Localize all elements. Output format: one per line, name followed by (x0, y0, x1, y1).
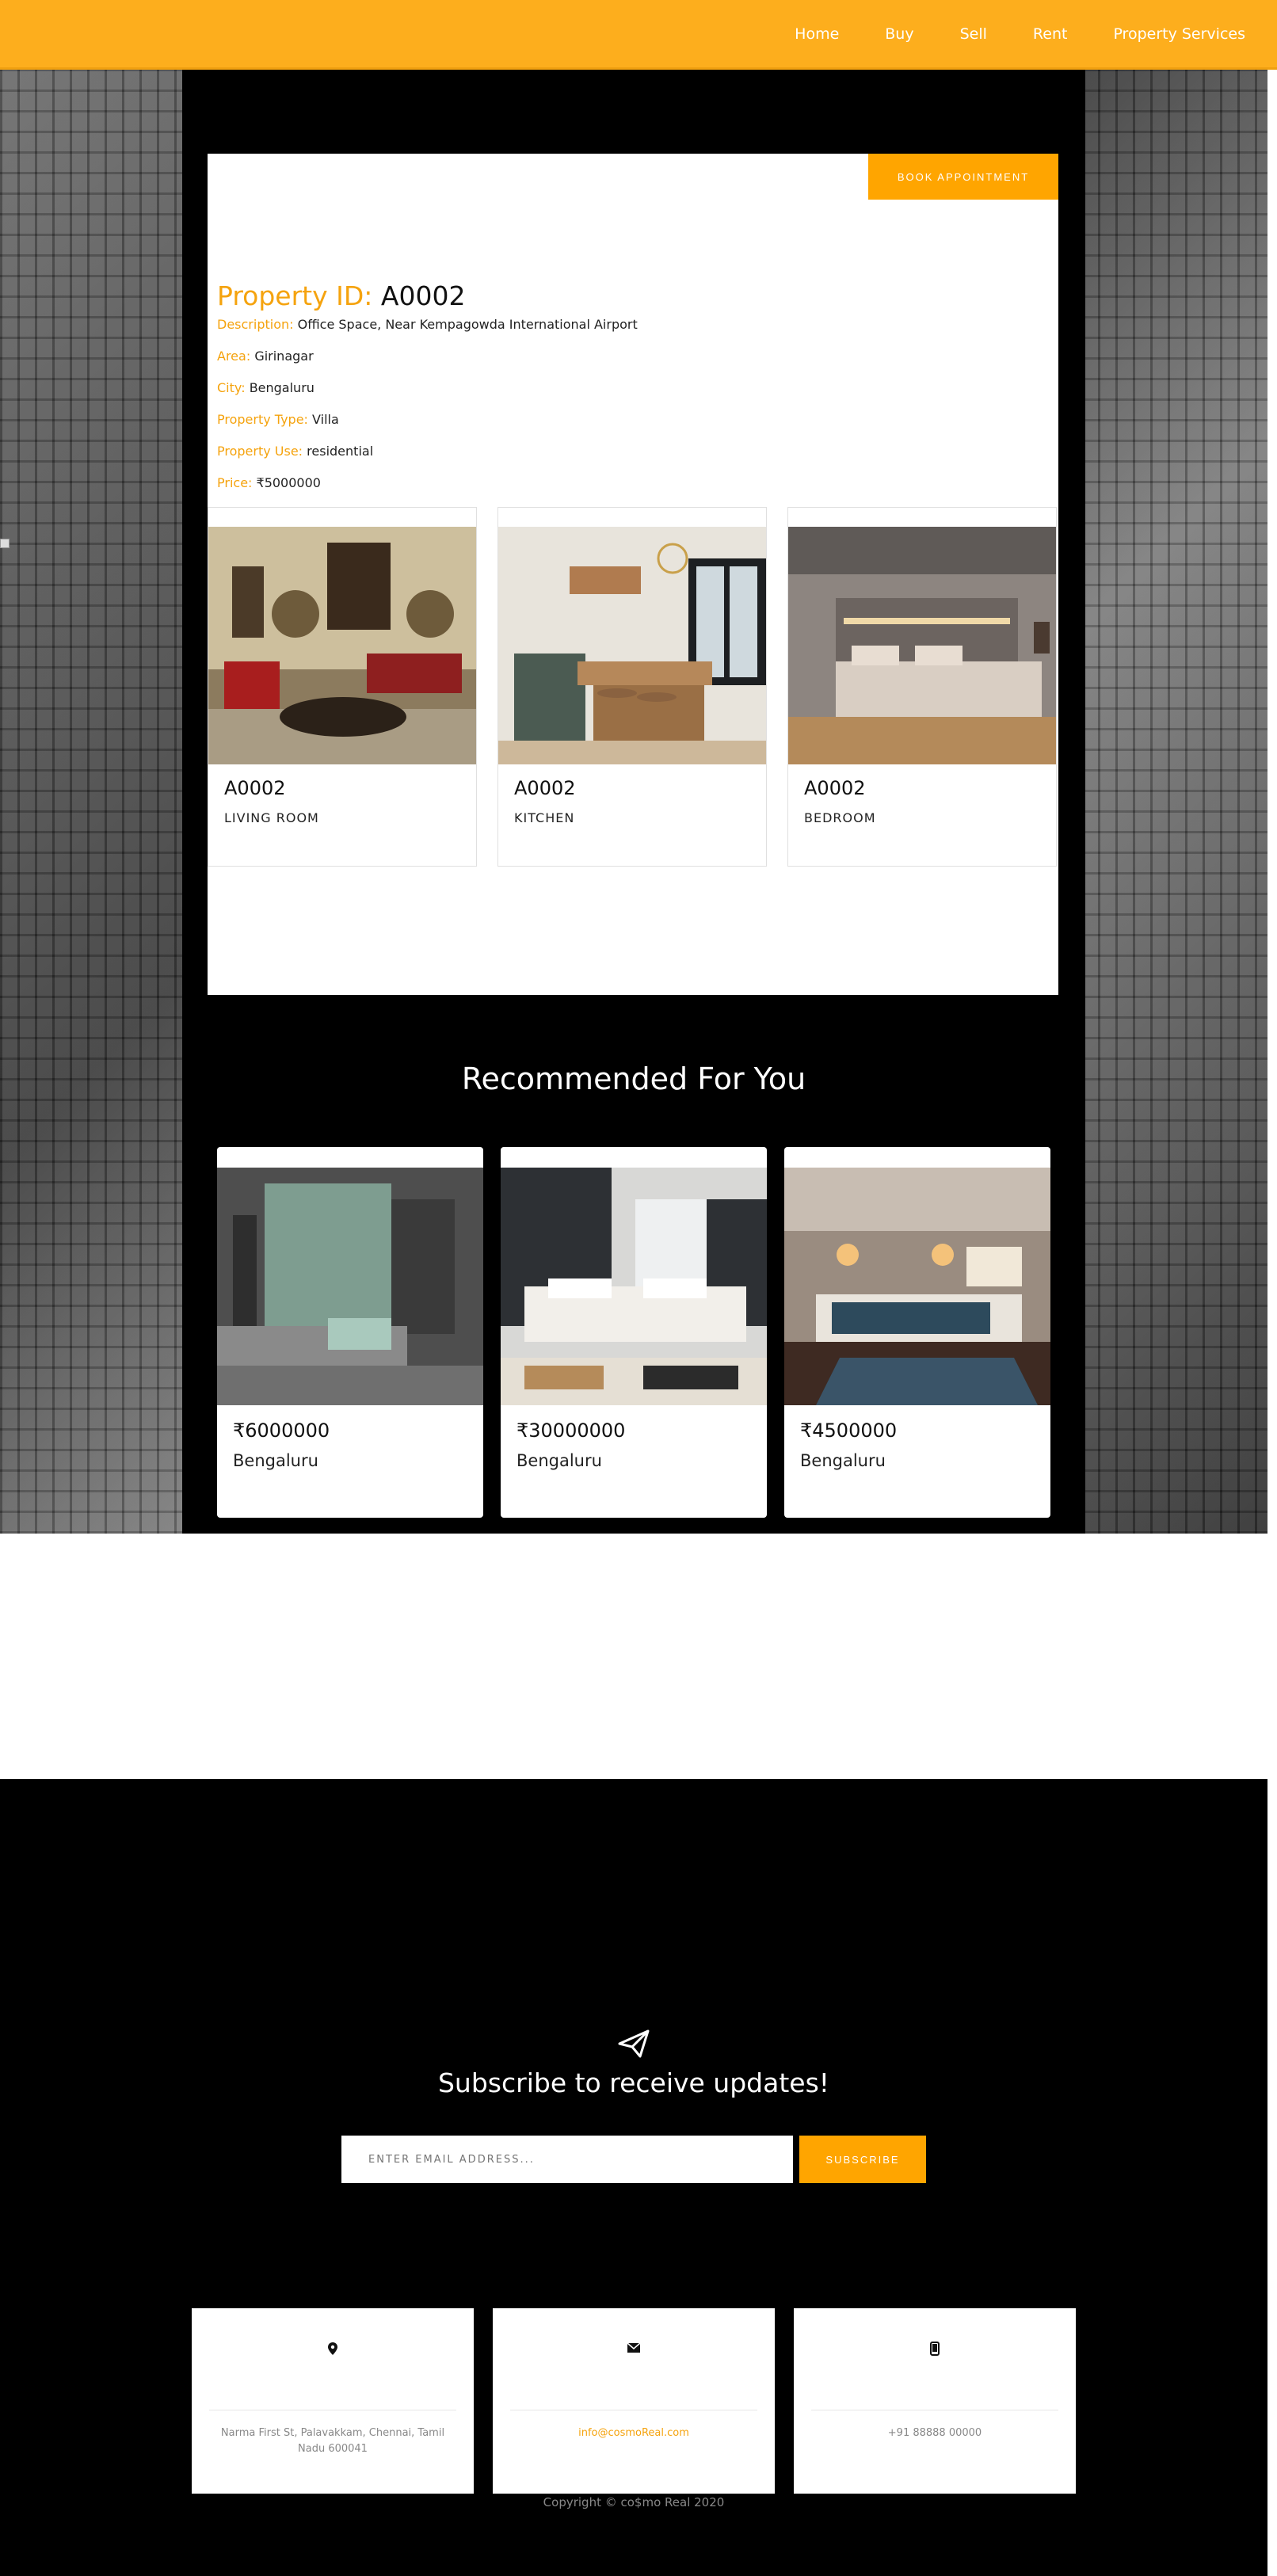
detail-label: Description: (217, 317, 294, 332)
nav-links: Home Buy Sell Rent Property Services (795, 0, 1245, 68)
phone-text: +91 88888 00000 (887, 2427, 982, 2439)
room-card-kitchen[interactable]: A0002 KITCHEN (497, 507, 767, 867)
map-icon (192, 2342, 474, 2360)
property-id-label: Property ID: (217, 280, 373, 311)
nav-link-rent[interactable]: Rent (1033, 25, 1068, 43)
room-id: A0002 (224, 777, 286, 799)
kitchen-image (498, 527, 766, 764)
bedroom-image (788, 527, 1056, 764)
detail-property-type: Property Type: Villa (217, 412, 638, 444)
recommended-city: Bengaluru (800, 1451, 886, 1470)
contact-card-email: info@cosmoReal.com (493, 2308, 775, 2494)
copyright-text: Copyright © co$mo Real 2020 (543, 2495, 725, 2509)
detail-value: residential (307, 444, 374, 459)
detail-value: Office Space, Near Kempagowda Internatio… (297, 317, 638, 332)
living-room-image (208, 527, 476, 764)
room-card-bedroom[interactable]: A0002 BEDROOM (787, 507, 1057, 867)
detail-label: Price: (217, 475, 253, 490)
detail-property-use: Property Use: residential (217, 444, 638, 475)
recommended-card[interactable]: ₹6000000 Bengaluru (217, 1147, 483, 1518)
room-name: KITCHEN (514, 810, 575, 825)
detail-area: Area: Girinagar (217, 349, 638, 380)
mobile-icon (794, 2342, 1076, 2360)
recommended-card[interactable]: ₹4500000 Bengaluru (784, 1147, 1050, 1518)
room-cards: A0002 LIVING ROOM A0002 KITCHEN A0002 BE… (208, 507, 1058, 867)
recommended-price: ₹6000000 (233, 1419, 330, 1442)
property-id-value: A0002 (380, 280, 466, 311)
detail-label: Property Type: (217, 412, 308, 427)
email-link[interactable]: info@cosmoReal.com (509, 2425, 759, 2441)
paper-plane-icon (618, 2029, 650, 2058)
room-id: A0002 (514, 777, 576, 799)
property-panel: BOOK APPOINTMENT Property ID: A0002 Desc… (208, 154, 1058, 995)
property-details: Description: Office Space, Near Kempagow… (217, 317, 638, 507)
detail-description: Description: Office Space, Near Kempagow… (217, 317, 638, 349)
side-toggle-handle[interactable] (0, 539, 10, 548)
address-text: Narma First St, Palavakkam, Chennai, Tam… (220, 2427, 445, 2455)
detail-label: City: (217, 380, 246, 395)
contact-card-address: Narma First St, Palavakkam, Chennai, Tam… (192, 2308, 474, 2494)
detail-value: Girinagar (254, 349, 314, 364)
nav-link-home[interactable]: Home (795, 25, 839, 43)
room-card-living-room[interactable]: A0002 LIVING ROOM (208, 507, 477, 867)
property-image (784, 1168, 1050, 1405)
subscribe-button[interactable]: SUBSCRIBE (799, 2136, 926, 2183)
detail-value: Bengaluru (249, 380, 314, 395)
recommended-price: ₹4500000 (800, 1419, 898, 1442)
nav-link-sell[interactable]: Sell (960, 25, 987, 43)
recommended-heading: Recommended For You (461, 1061, 806, 1096)
detail-label: Property Use: (217, 444, 303, 459)
envelope-icon (493, 2342, 775, 2357)
property-image (217, 1168, 483, 1405)
subscribe-heading: Subscribe to receive updates! (437, 2067, 830, 2098)
recommended-price: ₹30000000 (517, 1419, 626, 1442)
top-navbar: Home Buy Sell Rent Property Services (0, 0, 1277, 70)
contact-card-phone: +91 88888 00000 (794, 2308, 1076, 2494)
book-appointment-button[interactable]: BOOK APPOINTMENT (868, 154, 1058, 200)
email-input[interactable] (341, 2136, 793, 2183)
footer: Subscribe to receive updates! SUBSCRIBE … (0, 1779, 1267, 2576)
recommended-city: Bengaluru (517, 1451, 602, 1470)
detail-value: ₹5000000 (256, 475, 321, 490)
property-image (501, 1168, 767, 1405)
nav-link-property-services[interactable]: Property Services (1113, 25, 1245, 43)
detail-city: City: Bengaluru (217, 380, 638, 412)
detail-price: Price: ₹5000000 (217, 475, 638, 507)
room-name: BEDROOM (804, 810, 876, 825)
detail-label: Area: (217, 349, 251, 364)
property-id-heading: Property ID: A0002 (217, 280, 465, 311)
recommended-card[interactable]: ₹30000000 Bengaluru (501, 1147, 767, 1518)
detail-value: Villa (312, 412, 339, 427)
room-id: A0002 (804, 777, 866, 799)
recommended-city: Bengaluru (233, 1451, 318, 1470)
room-name: LIVING ROOM (224, 810, 319, 825)
nav-link-buy[interactable]: Buy (885, 25, 913, 43)
